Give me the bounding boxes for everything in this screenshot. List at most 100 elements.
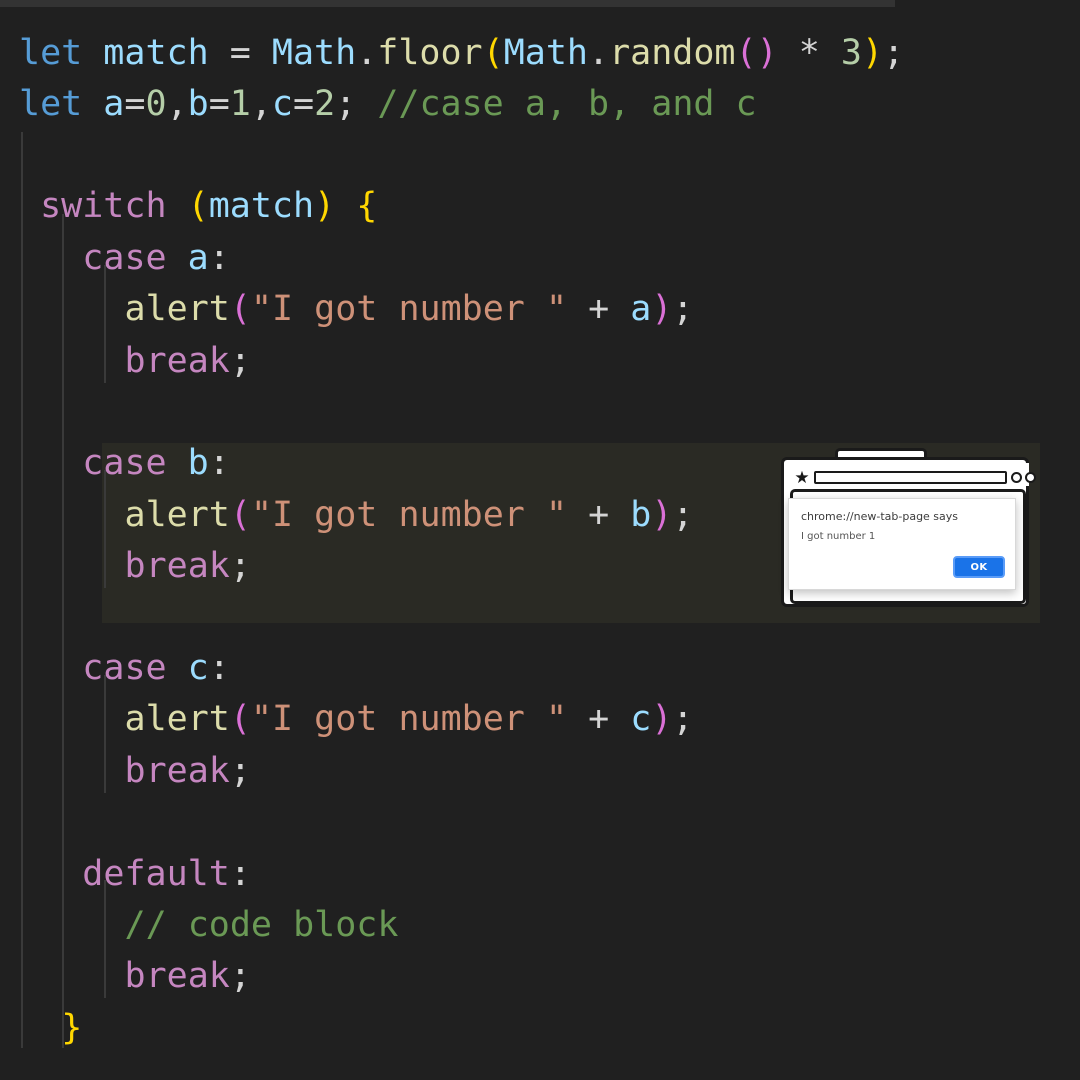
code-token: break <box>124 956 230 996</box>
code-token: c <box>630 699 652 739</box>
code-token: break <box>124 341 230 381</box>
code-token: b <box>187 443 209 483</box>
code-token: 1 <box>229 84 251 124</box>
code-token: { <box>356 186 378 226</box>
code-line: break; <box>125 746 251 798</box>
code-line: let match = Math.floor(Math.random() * 3… <box>19 28 904 80</box>
code-token: alert <box>124 289 230 329</box>
code-token: match <box>103 33 209 73</box>
code-token: + <box>588 289 610 329</box>
code-token: match <box>208 186 315 226</box>
code-token: ; <box>335 84 357 124</box>
code-token: ; <box>229 751 251 791</box>
code-token: random <box>609 33 736 73</box>
ok-button[interactable]: OK <box>953 556 1005 578</box>
code-line: break; <box>125 336 251 388</box>
code-token: Math <box>503 33 588 73</box>
code-token: + <box>588 699 610 739</box>
code-line: case b: <box>82 438 230 490</box>
code-line: case c: <box>82 643 230 695</box>
browser-viewport: chrome://new-tab-page says I got number … <box>788 489 1026 604</box>
window-control-dot-2[interactable] <box>1025 472 1036 483</box>
code-line: alert("I got number " + c); <box>125 694 694 746</box>
code-token: ( <box>735 33 757 73</box>
code-line: // code block <box>125 900 399 952</box>
code-line: break; <box>125 951 251 1003</box>
code-token: ; <box>229 546 251 586</box>
code-line: case a: <box>82 233 230 285</box>
window-control-dot-1[interactable] <box>1011 472 1022 483</box>
code-token: : <box>229 854 251 894</box>
code-screenshot-root: let match = Math.floor(Math.random() * 3… <box>0 0 1080 1080</box>
code-token: . <box>356 33 378 73</box>
code-token: ; <box>883 33 905 73</box>
code-line: alert("I got number " + b); <box>125 490 694 542</box>
code-token: = <box>208 84 230 124</box>
code-token: ( <box>187 186 209 226</box>
code-token: ) <box>861 33 884 73</box>
code-token: ) <box>651 495 673 535</box>
code-token: alert <box>124 699 230 739</box>
alert-origin-text: chrome://new-tab-page says <box>801 510 959 523</box>
code-token: ; <box>672 289 694 329</box>
code-token: ( <box>229 699 251 739</box>
code-token: ; <box>672 699 694 739</box>
code-token: ) <box>756 33 778 73</box>
code-token: ( <box>229 495 251 535</box>
browser-frame: ★ chrome://new-tab-page says I got numbe… <box>781 457 1036 607</box>
code-token: "I got number " <box>250 699 568 739</box>
code-token: case <box>82 238 167 278</box>
address-bar[interactable] <box>814 471 1007 484</box>
code-token: // code block <box>124 905 399 945</box>
code-token: c <box>271 84 293 124</box>
alert-message-text: I got number 1 <box>801 531 876 542</box>
code-token: : <box>208 238 230 278</box>
code-token: case <box>82 648 167 688</box>
code-token: default <box>82 854 230 894</box>
code-token: 3 <box>840 33 862 73</box>
code-token: = <box>229 33 251 73</box>
code-token: * <box>798 33 820 73</box>
code-line: let a=0,b=1,c=2; //case a, b, and c <box>19 79 757 131</box>
star-icon[interactable]: ★ <box>794 470 810 487</box>
code-token: , <box>250 84 272 124</box>
code-token: "I got number " <box>250 495 568 535</box>
code-token: a <box>630 289 652 329</box>
code-line: default: <box>82 849 251 901</box>
code-token: floor <box>377 33 483 73</box>
code-token: //case a, b, and c <box>377 84 757 124</box>
code-token: c <box>187 648 209 688</box>
code-token: ) <box>314 186 336 226</box>
code-token: ) <box>651 699 673 739</box>
code-token: 0 <box>145 84 167 124</box>
code-token: a <box>187 238 209 278</box>
code-token: ; <box>672 495 694 535</box>
code-token: : <box>208 648 230 688</box>
alert-dialog: chrome://new-tab-page says I got number … <box>788 498 1016 590</box>
code-token: "I got number " <box>250 289 568 329</box>
code-token: switch <box>40 186 167 226</box>
code-token: Math <box>271 33 357 73</box>
code-token: : <box>208 443 230 483</box>
code-line: alert("I got number " + a); <box>125 284 694 336</box>
code-line: switch (match) { <box>40 181 377 233</box>
code-token: ( <box>482 33 504 73</box>
code-token: let <box>19 33 83 73</box>
code-token: = <box>124 84 146 124</box>
code-token: ; <box>229 341 251 381</box>
